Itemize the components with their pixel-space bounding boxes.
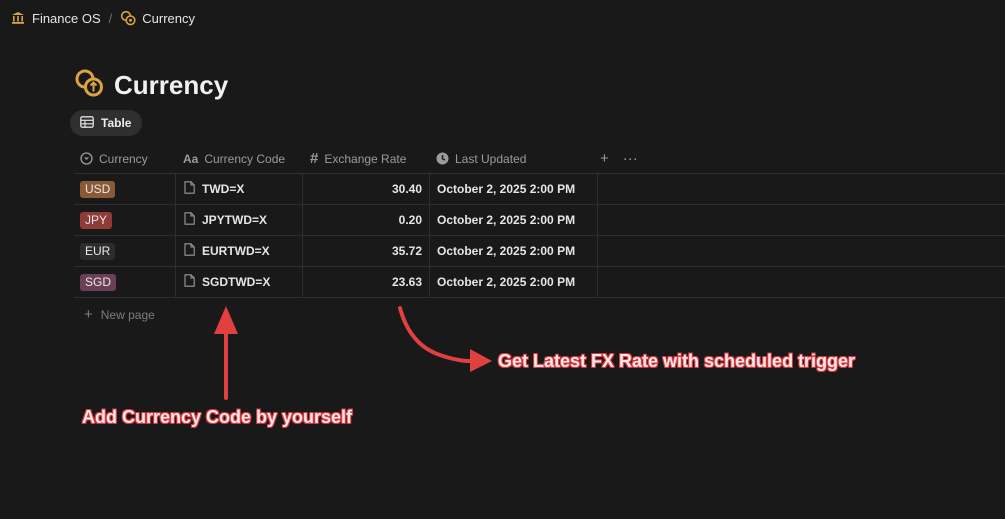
arrowhead-up <box>214 306 238 334</box>
annotation-get-fx-rate: Get Latest FX Rate with scheduled trigge… <box>498 351 856 371</box>
annotation-arrows <box>214 306 492 400</box>
arrowhead-right <box>470 349 492 372</box>
arrow-to-fx-label <box>398 306 477 364</box>
annotation-add-currency-code: Add Currency Code by yourself <box>82 407 353 427</box>
